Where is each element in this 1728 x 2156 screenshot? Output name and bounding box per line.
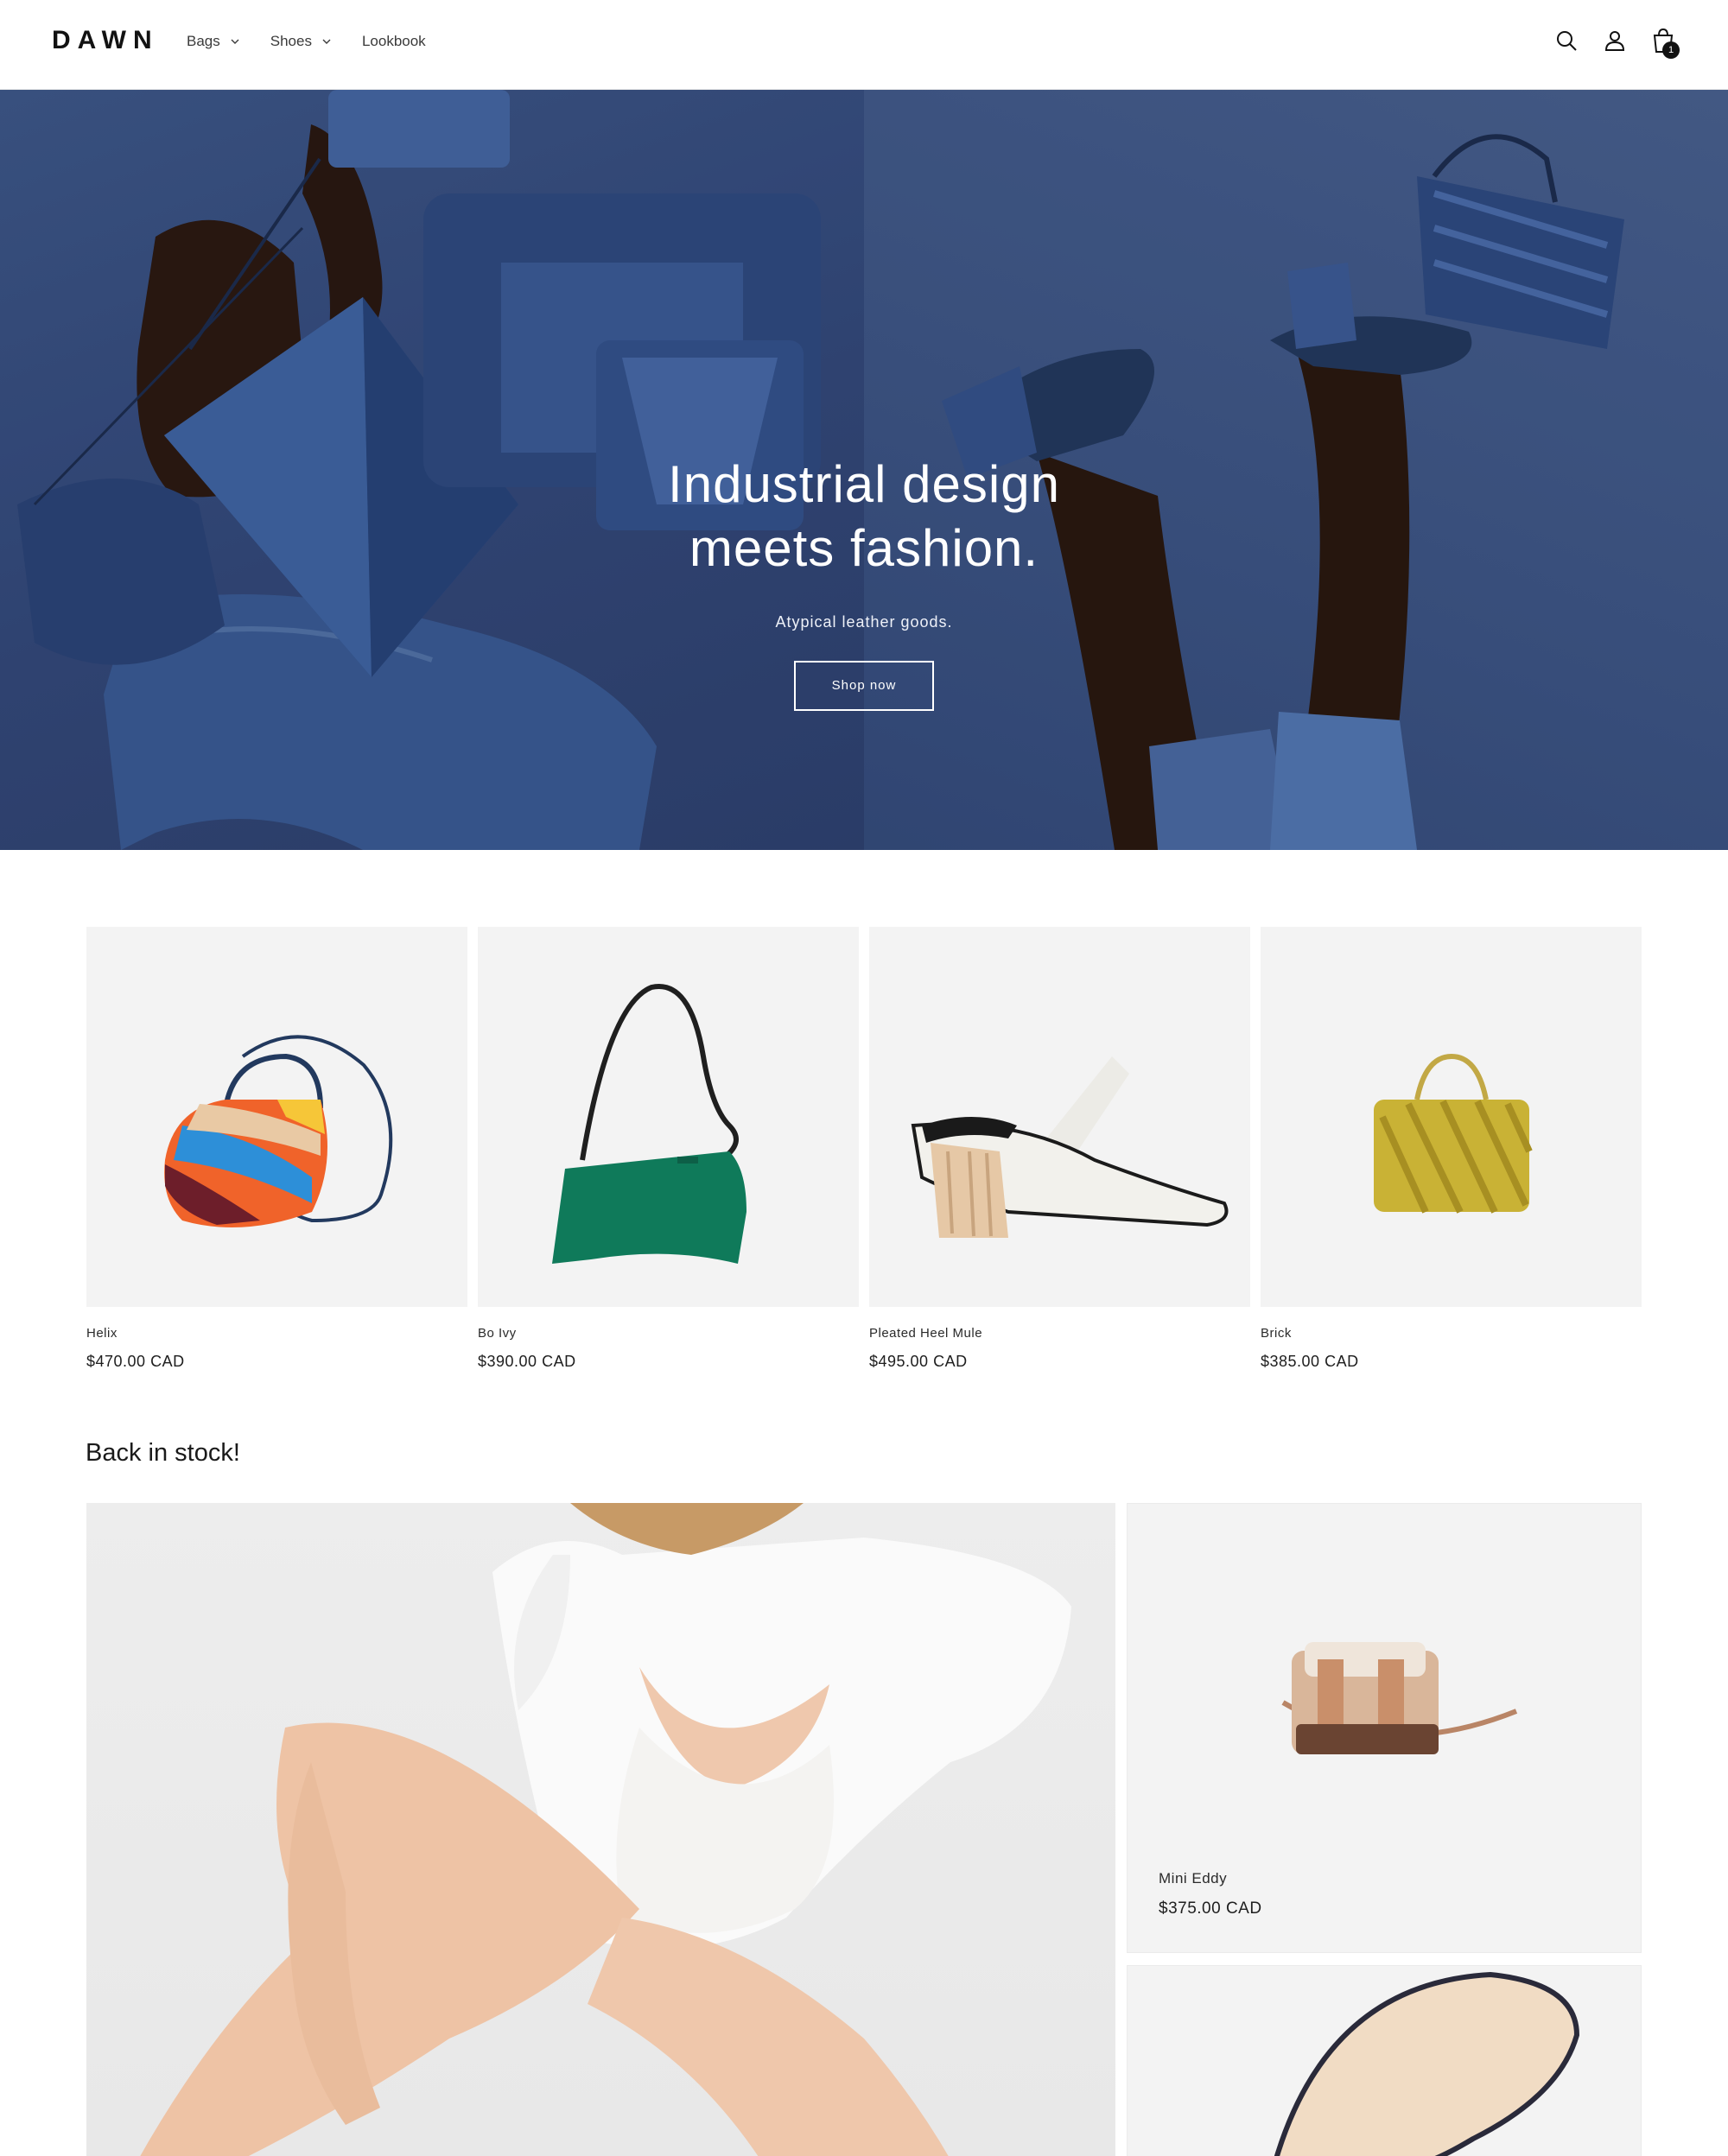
hero-title-line: Industrial design (668, 455, 1060, 513)
nav-item-label: Lookbook (361, 33, 426, 49)
chevron-down-icon (231, 39, 239, 44)
header-icons: 1 (1553, 26, 1680, 59)
product-card[interactable]: Pleated Heel Mule $495.00 CAD (869, 927, 1250, 1371)
product-card[interactable]: Mini Eddy $375.00 CAD (1127, 1503, 1642, 1953)
shoe-sole-illustration (1274, 1971, 1580, 2156)
nav-item-bags[interactable]: Bags (187, 33, 241, 50)
product-title[interactable]: Brick (1261, 1326, 1642, 1341)
hero-subtitle: Atypical leather goods. (775, 613, 953, 631)
bag-illustration (1373, 1053, 1533, 1214)
featured-lifestyle-image[interactable] (86, 1503, 1115, 2156)
hero-title: Industrial design meets fashion. (0, 453, 1728, 580)
chevron-down-icon (322, 39, 331, 44)
account-button[interactable] (1602, 26, 1628, 55)
product-price: $390.00 CAD (478, 1353, 576, 1370)
product-title[interactable]: Helix (86, 1326, 467, 1341)
shoe-illustration (911, 1056, 1228, 1238)
hero-title-line: meets fashion. (689, 519, 1039, 577)
search-button[interactable] (1553, 26, 1579, 55)
product-title[interactable]: Pleated Heel Mule (869, 1326, 1250, 1341)
product-price: $375.00 CAD (1159, 1899, 1262, 1918)
nav-item-lookbook[interactable]: Lookbook (362, 33, 426, 50)
site-header: DAWN Bags Shoes Lookbook 1 (0, 0, 1728, 90)
featured-collection: Helix $470.00 CAD Bo Ivy $390.00 CAD Ple… (86, 927, 1642, 1371)
store-logo[interactable]: DAWN (52, 26, 159, 55)
product-price: $385.00 CAD (1261, 1353, 1359, 1370)
main-nav: Bags Shoes Lookbook (187, 33, 455, 50)
cart-button[interactable]: 1 (1650, 26, 1680, 59)
product-image[interactable] (1261, 927, 1642, 1307)
product-card[interactable]: Bo Ivy $390.00 CAD (478, 927, 859, 1371)
nav-item-shoes[interactable]: Shoes (270, 33, 333, 50)
shop-now-button[interactable]: Shop now (794, 661, 934, 711)
search-icon (1557, 31, 1577, 51)
nav-item-label: Shoes (270, 33, 312, 49)
product-card[interactable]: Helix $470.00 CAD (86, 927, 467, 1371)
hero-text-block: Industrial design meets fashion. Atypica… (0, 453, 1728, 711)
product-image[interactable] (86, 927, 467, 1307)
nav-item-label: Bags (187, 33, 220, 49)
product-title[interactable]: Mini Eddy (1159, 1870, 1227, 1887)
product-image[interactable] (478, 927, 859, 1307)
product-price: $470.00 CAD (86, 1353, 185, 1370)
bag-illustration (551, 984, 746, 1264)
model-photo-illustration (140, 1503, 1071, 2156)
cart-count-badge: 1 (1662, 41, 1680, 59)
product-card[interactable]: Brick $385.00 CAD (1261, 927, 1642, 1371)
product-card[interactable] (1127, 1965, 1642, 2156)
bag-illustration (1281, 1642, 1518, 1754)
account-icon (1604, 31, 1625, 51)
bag-illustration (163, 1035, 392, 1227)
product-title[interactable]: Bo Ivy (478, 1326, 859, 1341)
section-title: Back in stock! (86, 1439, 240, 1467)
hero-banner: Industrial design meets fashion. Atypica… (0, 90, 1728, 850)
product-price: $495.00 CAD (869, 1353, 968, 1370)
product-image[interactable] (869, 927, 1250, 1307)
